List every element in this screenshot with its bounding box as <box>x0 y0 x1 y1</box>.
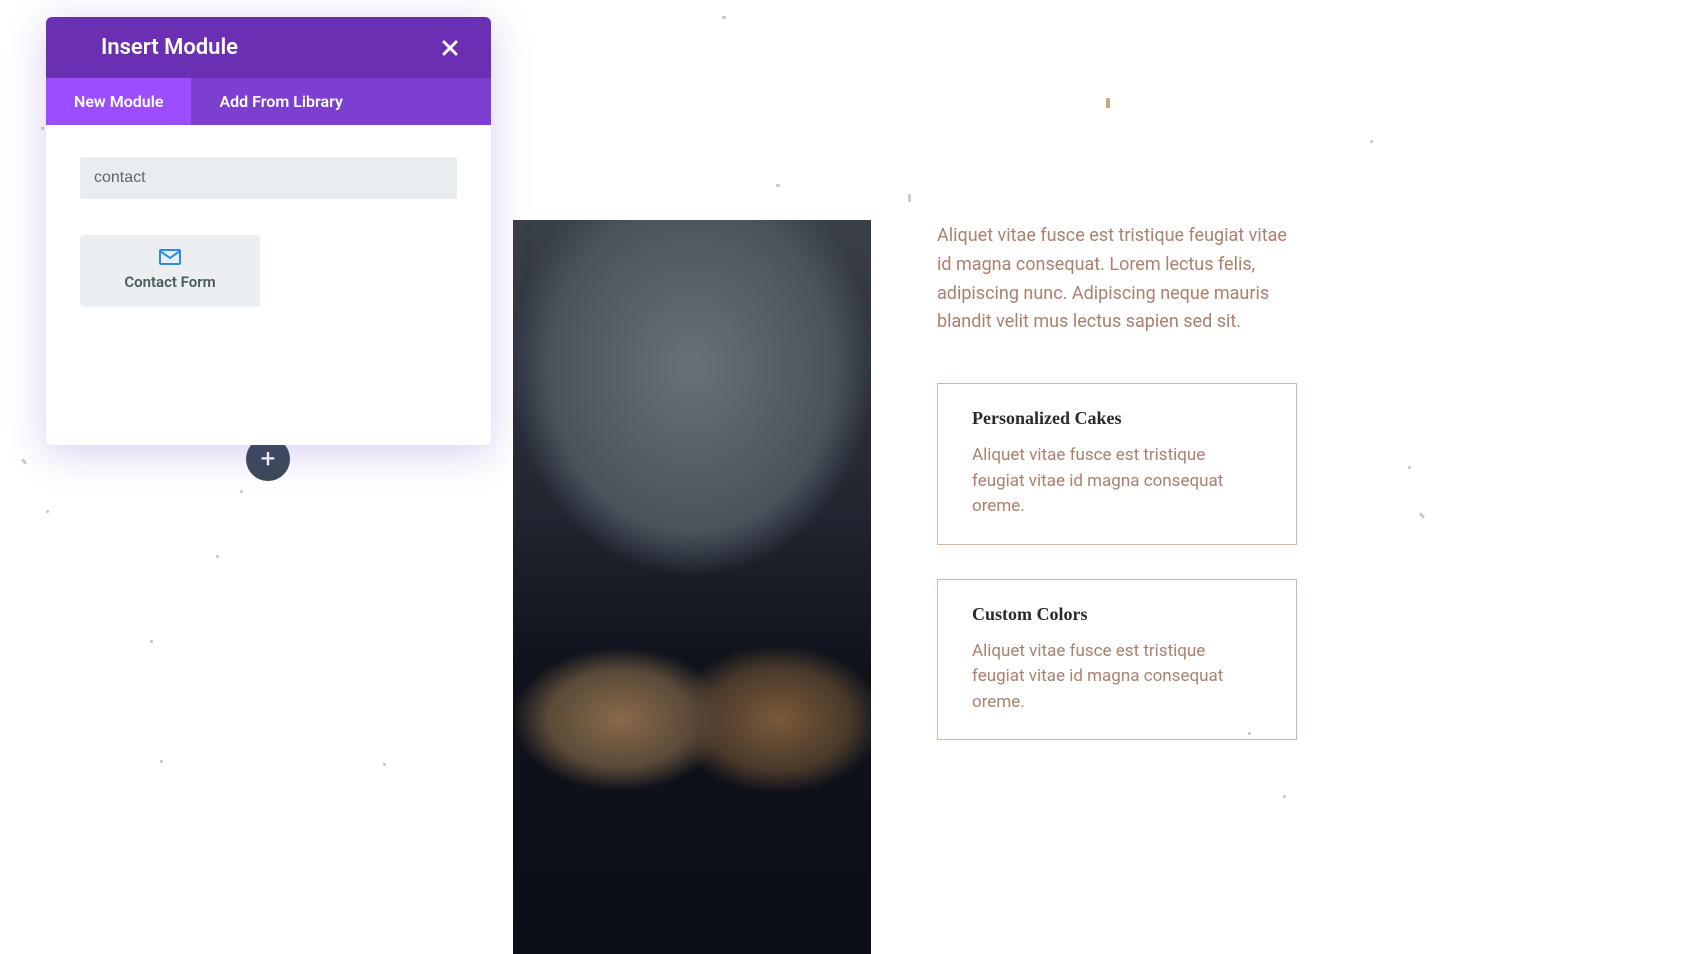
close-button[interactable] <box>439 37 461 59</box>
bg-speck <box>383 763 386 766</box>
bg-speck <box>1408 466 1411 469</box>
modal-header: Insert Module <box>46 17 491 78</box>
card-body: Aliquet vitae fusce est tristique feugia… <box>972 639 1262 716</box>
card-title: Custom Colors <box>972 604 1262 625</box>
bg-speck <box>1370 140 1373 143</box>
bg-speck <box>1283 795 1286 798</box>
bg-speck <box>1106 98 1110 108</box>
module-contact-form[interactable]: Contact Form <box>80 235 260 307</box>
intro-text: Aliquet vitae fusce est tristique feugia… <box>937 222 1297 337</box>
modal-body: Contact Form <box>46 125 491 445</box>
plus-icon: + <box>261 446 276 472</box>
bg-speck <box>908 194 911 202</box>
insert-module-modal: Insert Module New Module Add From Librar… <box>46 17 491 445</box>
bg-speck <box>41 127 44 130</box>
tab-new-module[interactable]: New Module <box>46 78 191 125</box>
bg-speck <box>240 490 243 493</box>
module-search-input[interactable] <box>80 157 457 199</box>
bg-speck <box>21 458 27 465</box>
bg-speck <box>776 184 780 187</box>
hero-image <box>513 220 871 954</box>
bg-speck <box>150 640 153 643</box>
tab-add-from-library[interactable]: Add From Library <box>191 78 370 125</box>
module-grid: Contact Form <box>80 235 457 307</box>
card-body: Aliquet vitae fusce est tristique feugia… <box>972 443 1262 520</box>
content-column: Aliquet vitae fusce est tristique feugia… <box>937 222 1297 740</box>
bg-speck <box>1419 512 1425 519</box>
close-icon <box>440 38 460 58</box>
mail-icon <box>90 249 250 265</box>
bg-speck <box>160 760 163 763</box>
card-title: Personalized Cakes <box>972 408 1262 429</box>
bg-speck <box>722 16 726 19</box>
modal-title: Insert Module <box>101 35 238 60</box>
bg-speck <box>216 555 219 558</box>
card-custom-colors: Custom Colors Aliquet vitae fusce est tr… <box>937 579 1297 741</box>
module-label: Contact Form <box>90 273 250 291</box>
card-personalized-cakes: Personalized Cakes Aliquet vitae fusce e… <box>937 383 1297 545</box>
bg-speck <box>46 510 49 513</box>
modal-tabs: New Module Add From Library <box>46 78 491 125</box>
